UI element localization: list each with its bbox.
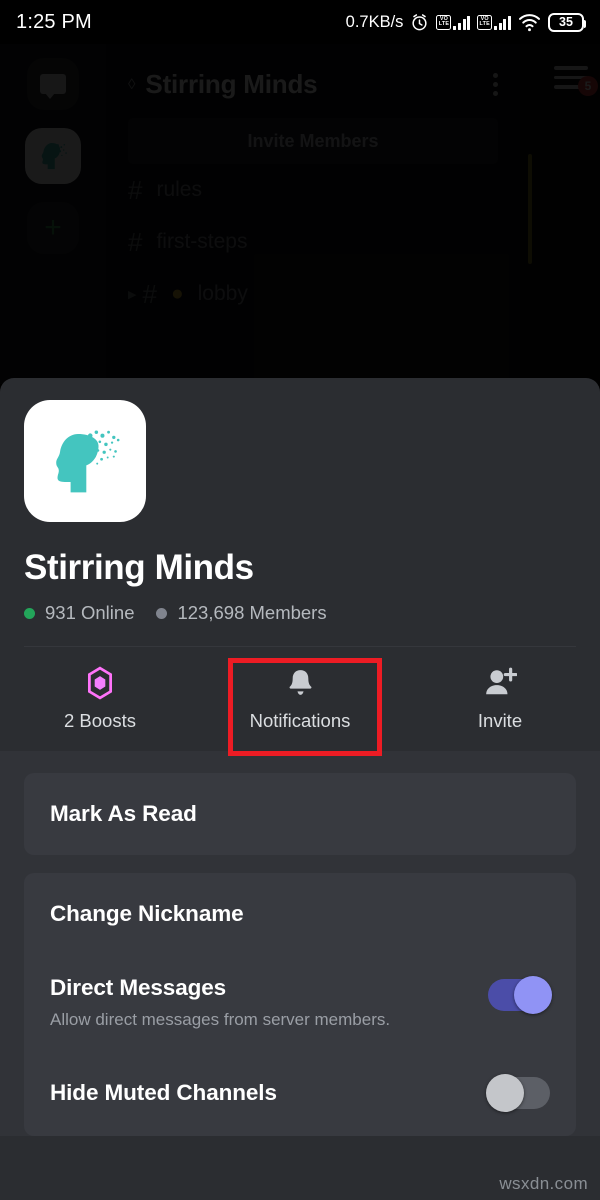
channel-item-first-steps[interactable]: # first-steps: [106, 216, 520, 268]
backdrop-server-title: Stirring Minds: [145, 68, 318, 99]
channel-list-panel: ◊ Stirring Minds Invite Members # rules …: [106, 44, 520, 384]
wifi-icon: [518, 13, 541, 32]
phone-screen: 1:25 PM 0.7KB/s VO LTE VO LTE 35 + ◊ Sti…: [0, 0, 600, 1200]
change-nickname-label: Change Nickname: [50, 901, 244, 926]
invite-members-button[interactable]: Invite Members: [128, 118, 498, 164]
boosts-button[interactable]: 2 Boosts: [0, 647, 200, 751]
member-count-label: 123,698 Members: [177, 602, 327, 623]
hide-muted-channels-label: Hide Muted Channels: [50, 1080, 277, 1105]
notifications-button[interactable]: Notifications: [200, 647, 400, 751]
mark-as-read-label: Mark As Read: [50, 801, 197, 826]
alarm-clock-icon: [410, 13, 429, 32]
server-rail: +: [0, 44, 106, 384]
server-actions-bottom-sheet: Stirring Minds 931 Online 123,698 Member…: [0, 378, 600, 1200]
online-count-label: 931 Online: [45, 602, 135, 623]
boost-diamond-icon: [85, 666, 115, 699]
server-stats: 931 Online 123,698 Members: [24, 602, 576, 624]
status-bar-clock: 1:25 PM: [16, 10, 92, 33]
change-nickname-row[interactable]: Change Nickname: [24, 873, 576, 955]
boosts-label: 2 Boosts: [64, 709, 136, 731]
status-bar-indicators: 0.7KB/s VO LTE VO LTE 35: [345, 12, 586, 32]
sim2-signal-icon: VO LTE: [477, 14, 511, 30]
member-status-dot: [156, 607, 168, 619]
quick-actions-row: 2 Boosts Notifications Invite: [0, 647, 600, 751]
invite-button[interactable]: Invite: [400, 647, 600, 751]
direct-messages-label: Direct Messages: [50, 975, 227, 1000]
person-add-icon: [483, 667, 517, 699]
accent-stripe: [528, 154, 532, 264]
channel-item-rules[interactable]: # rules: [106, 164, 520, 216]
channel-label: rules: [156, 178, 202, 201]
online-status-dot: [24, 607, 35, 619]
chevron-right-icon: ▶: [128, 288, 137, 301]
server-settings-card: Change Nickname Direct Messages Allow di…: [24, 873, 576, 1136]
hide-muted-channels-text: Hide Muted Channels: [50, 1080, 488, 1106]
channel-label: lobby: [197, 282, 248, 305]
toggle-knob: [486, 1074, 524, 1112]
dimmed-app-backdrop: + ◊ Stirring Minds Invite Members # rule…: [0, 44, 600, 384]
bulb-emoji-icon: ●: [170, 282, 184, 305]
server-header: ◊ Stirring Minds: [106, 44, 520, 104]
watermark: wsxdn.com: [499, 1174, 588, 1193]
direct-messages-toggle[interactable]: [488, 976, 552, 1014]
member-list-edge: 5: [520, 44, 600, 384]
status-bar: 1:25 PM 0.7KB/s VO LTE VO LTE 35: [0, 0, 600, 44]
channel-item-lobby[interactable]: ▶ # ● lobby: [106, 268, 520, 320]
hash-icon: #: [128, 174, 143, 205]
invite-label: Invite: [477, 709, 523, 731]
server-options-kebab-icon[interactable]: [493, 72, 498, 96]
direct-messages-setting[interactable]: Direct Messages Allow direct messages fr…: [24, 955, 576, 1050]
add-server-button[interactable]: +: [27, 202, 79, 254]
server-avatar: [24, 400, 146, 522]
page-title: Stirring Minds: [24, 548, 254, 587]
network-speed-text: 0.7KB/s: [345, 12, 404, 31]
bell-icon: [286, 667, 315, 699]
menu-unread-badge: 5: [578, 76, 598, 96]
mark-as-read-card[interactable]: Mark As Read: [24, 773, 576, 855]
battery-indicator: 35: [548, 12, 586, 32]
toggle-knob: [514, 976, 552, 1014]
chat-bubble-icon: [40, 74, 66, 99]
server-rail-avatar[interactable]: [25, 128, 81, 184]
sim1-signal-icon: VO LTE: [436, 14, 471, 30]
direct-messages-description: Allow direct messages from server member…: [50, 1010, 391, 1029]
channel-label: first-steps: [156, 230, 248, 253]
settings-cards: Mark As Read Change Nickname Direct Mess…: [0, 773, 600, 1136]
direct-messages-text: Direct Messages Allow direct messages fr…: [50, 975, 488, 1030]
online-count: 931 Online: [24, 602, 134, 624]
sheet-header: Stirring Minds 931 Online 123,698 Member…: [0, 378, 600, 647]
direct-messages-rail-button[interactable]: [27, 58, 79, 110]
notifications-label: Notifications: [249, 709, 351, 731]
hash-icon: #: [128, 226, 143, 257]
section-spacer: [0, 751, 600, 773]
hide-muted-channels-toggle[interactable]: [486, 1074, 550, 1112]
hash-icon: #: [142, 278, 157, 309]
verified-shield-icon: ◊: [128, 75, 136, 93]
member-count: 123,698 Members: [156, 602, 327, 624]
stirring-minds-logo: [56, 430, 120, 493]
mark-as-read-row[interactable]: Mark As Read: [24, 773, 576, 855]
hide-muted-channels-setting[interactable]: Hide Muted Channels: [24, 1050, 576, 1136]
